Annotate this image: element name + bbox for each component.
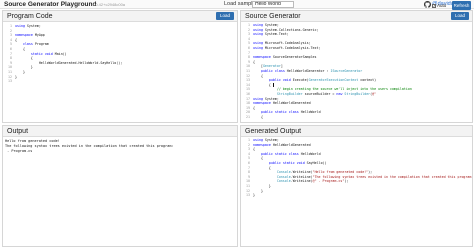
program-code-pane: Program Code Load 1 using System; 2 3 namesp… xyxy=(2,10,238,123)
source-generator-load-button[interactable]: Load xyxy=(451,12,469,20)
output-text: Hello from generated code! The following… xyxy=(5,139,174,153)
code-line: 13} xyxy=(241,193,472,198)
top-bar: Source Generator Playground 1.0.42+c2948… xyxy=(0,0,474,9)
load-sample-label: Load sample xyxy=(224,1,256,7)
generated-output-pane: Generated Output 1 using System; 2 namespac… xyxy=(240,125,473,247)
source-generator-pane: Source Generator Load 1 using System; 2 usi… xyxy=(240,10,473,123)
auto-label: Auto xyxy=(437,3,447,8)
code-text: { xyxy=(253,115,263,119)
line-number: 13 xyxy=(8,79,12,84)
app-version: 1.0.42+c2948c00a xyxy=(92,2,126,7)
output-area[interactable]: Hello from generated code! The following… xyxy=(3,137,237,246)
program-code-load-button[interactable]: Load xyxy=(216,12,234,20)
code-text: } xyxy=(253,193,255,198)
refresh-button[interactable]: Refresh xyxy=(452,1,471,10)
generated-output-header: Generated Output xyxy=(241,126,472,137)
output-pane: Output Hello from generated code! The fo… xyxy=(2,125,238,247)
sample-select[interactable]: Hello World xyxy=(252,1,294,8)
source-generator-editor[interactable]: 1 using System; 2 using System.Collections.… xyxy=(241,22,472,122)
program-code-header: Program Code Load xyxy=(3,11,237,22)
program-code-title: Program Code xyxy=(7,13,53,20)
line-number: 21 xyxy=(246,115,250,119)
generated-output-title: Generated Output xyxy=(245,128,302,135)
source-generator-header: Source Generator Load xyxy=(241,11,472,22)
generated-output-editor[interactable]: 1 using System; 2 namespace HelloWorldGener… xyxy=(241,137,472,246)
program-code-editor[interactable]: 1 using System; 2 3 namespace MyApp 4{5 class… xyxy=(3,22,237,122)
github-icon[interactable] xyxy=(424,1,431,8)
auto-checkbox[interactable]: ✓ xyxy=(432,3,436,8)
line-number: 13 xyxy=(246,193,250,198)
app-title: Source Generator Playground xyxy=(4,1,97,8)
output-title: Output xyxy=(7,128,29,135)
output-header: Output xyxy=(3,126,237,137)
source-generator-title: Source Generator xyxy=(245,13,301,20)
code-line: 13 xyxy=(3,79,237,84)
code-line: 21 { xyxy=(241,115,472,120)
text-caret xyxy=(273,83,274,88)
